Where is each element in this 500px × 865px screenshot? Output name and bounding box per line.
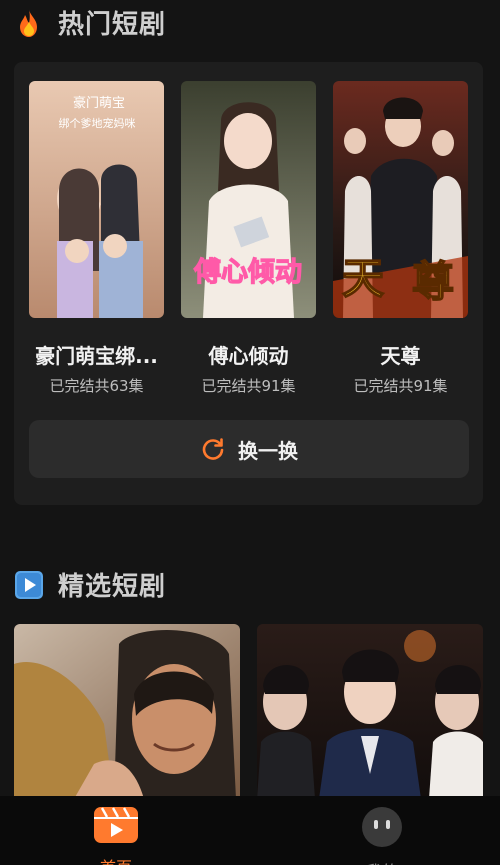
nav-mine[interactable]: 我的 <box>322 806 442 865</box>
poster-title-line: 傅心倾动 <box>193 257 302 288</box>
drama-poster[interactable]: 傅心倾动 <box>181 81 316 318</box>
featured-dramas-header: 精选短剧 <box>14 566 166 603</box>
drama-poster[interactable]: 天 尊 <box>333 81 468 318</box>
play-square-icon <box>14 570 44 600</box>
section-title: 精选短剧 <box>58 572 167 602</box>
clapperboard-icon <box>93 806 139 848</box>
fire-icon <box>14 8 44 38</box>
featured-drama-poster[interactable] <box>257 624 483 799</box>
hot-dramas-header: 热门短剧 <box>14 4 166 41</box>
hot-dramas-card: 豪门萌宝 绑个爹地宠妈咪 豪门萌宝绑... 已完结共63集 傅心倾动 傅心倾动 … <box>14 62 483 505</box>
nav-home[interactable]: 首页 <box>56 806 176 865</box>
poster-title-line: 尊 <box>412 257 454 306</box>
swap-button[interactable]: 换一换 <box>29 420 469 478</box>
swap-button-label: 换一换 <box>238 438 298 463</box>
featured-drama-poster[interactable] <box>14 624 240 799</box>
drama-title[interactable]: 傅心倾动 <box>181 340 316 369</box>
poster-title-line: 天 <box>342 254 384 303</box>
nav-home-label: 首页 <box>100 854 132 865</box>
drama-item[interactable]: 傅心倾动 傅心倾动 已完结共91集 <box>181 81 316 396</box>
drama-status: 已完结共91集 <box>201 377 296 395</box>
section-title: 热门短剧 <box>58 10 167 40</box>
bottom-navigation: 首页 我的 <box>0 796 500 865</box>
drama-title[interactable]: 豪门萌宝绑... <box>29 340 164 369</box>
drama-item[interactable]: 天 尊 天尊 已完结共91集 <box>333 81 468 396</box>
refresh-icon <box>200 436 226 462</box>
poster-title-line: 绑个爹地宠妈咪 <box>59 116 136 130</box>
drama-item[interactable]: 豪门萌宝 绑个爹地宠妈咪 豪门萌宝绑... 已完结共63集 <box>29 81 164 396</box>
drama-status: 已完结共63集 <box>49 377 144 395</box>
face-icon <box>359 806 405 852</box>
nav-mine-label: 我的 <box>366 858 398 865</box>
drama-status: 已完结共91集 <box>353 377 448 395</box>
drama-poster[interactable]: 豪门萌宝 绑个爹地宠妈咪 <box>29 81 164 318</box>
poster-title-line: 豪门萌宝 <box>73 95 125 111</box>
drama-title[interactable]: 天尊 <box>333 340 468 369</box>
